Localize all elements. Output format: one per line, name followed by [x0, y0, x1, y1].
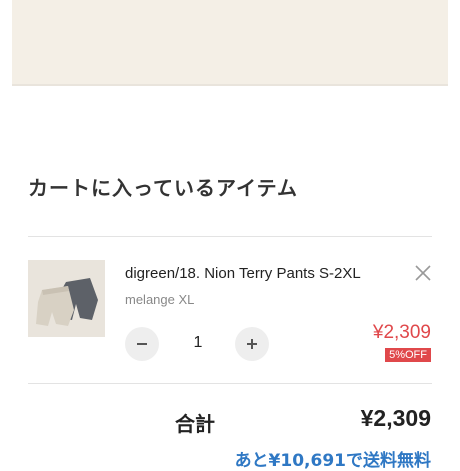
plus-icon [247, 339, 257, 349]
increase-quantity-button[interactable] [235, 327, 269, 361]
discount-badge: 5%OFF [385, 348, 431, 362]
free-shipping-link[interactable]: あと¥10,691で送料無料 [235, 446, 431, 471]
product-name[interactable]: digreen/18. Nion Terry Pants S-2XL [125, 265, 361, 282]
cart-title: カートに入っているアイテム [28, 176, 298, 200]
item-price: ¥2,309 [372, 322, 431, 343]
quantity-value: 1 [193, 334, 203, 351]
hero-banner [12, 0, 448, 84]
total-amount: ¥2,309 [360, 405, 431, 431]
minus-icon [137, 343, 147, 345]
close-icon[interactable] [413, 263, 433, 283]
product-variant: melange XL [125, 292, 195, 307]
total-label: 合計 [175, 412, 215, 436]
divider [28, 236, 432, 237]
banner-divider [12, 84, 448, 86]
divider [28, 383, 432, 384]
decrease-quantity-button[interactable] [125, 327, 159, 361]
product-image [28, 260, 105, 337]
product-thumbnail[interactable] [28, 260, 105, 337]
